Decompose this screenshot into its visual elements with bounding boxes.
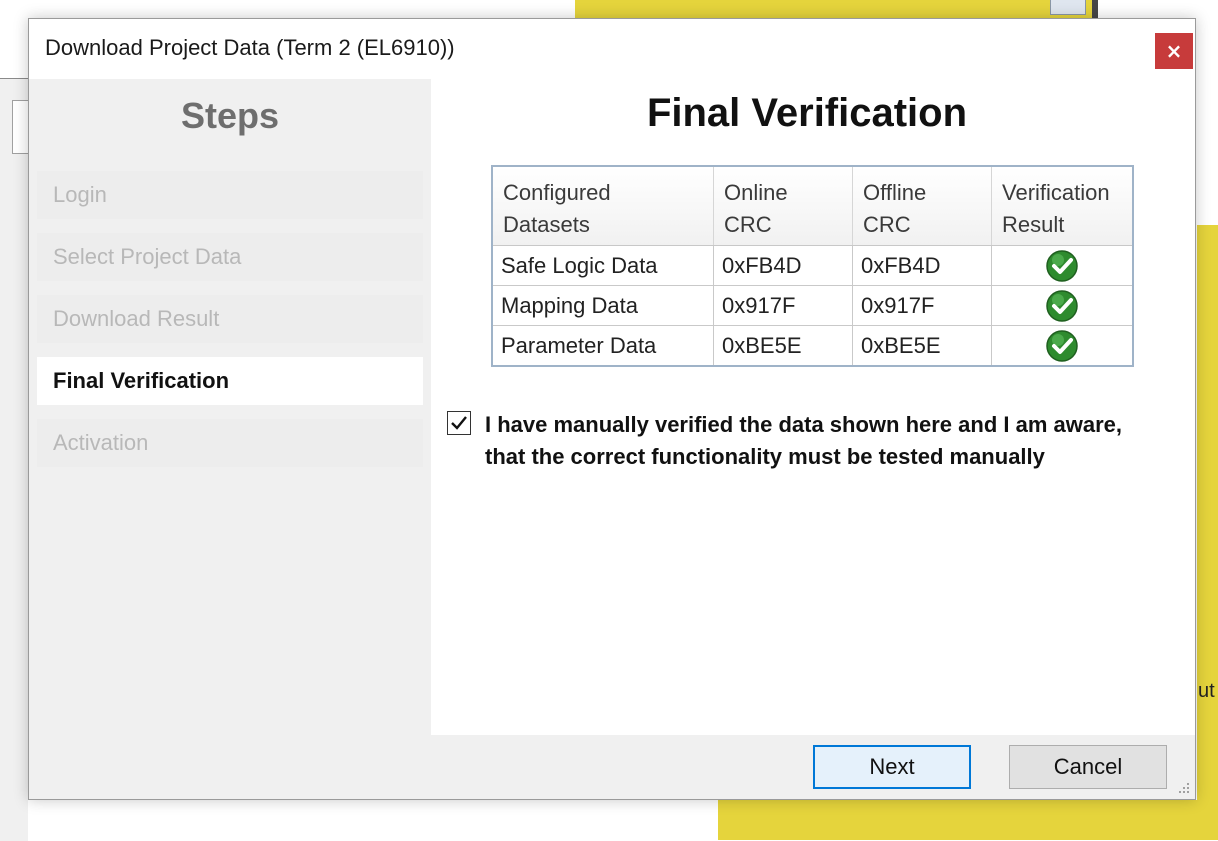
offline-crc: 0xFB4D — [852, 245, 992, 286]
online-crc: 0xBE5E — [713, 325, 853, 367]
background-scrollbar-fragment — [1050, 0, 1086, 15]
background-divider — [1092, 0, 1098, 18]
main-content: Final Verification Configured Datasets O… — [431, 79, 1195, 735]
manual-verification-checkbox[interactable] — [447, 411, 471, 435]
verification-result — [991, 245, 1134, 286]
background-window-fragment — [575, 0, 1095, 18]
column-header-configured-datasets[interactable]: Configured Datasets — [492, 166, 714, 246]
table-header-row: Configured Datasets Online CRC Offline C… — [492, 166, 1134, 246]
online-crc: 0xFB4D — [713, 245, 853, 286]
resize-grip-icon[interactable] — [1175, 779, 1191, 795]
close-button[interactable]: × — [1155, 33, 1193, 69]
title-bar[interactable]: Download Project Data (Term 2 (EL6910)) … — [29, 19, 1195, 79]
dataset-name: Parameter Data — [491, 325, 714, 367]
page-title: Final Verification — [646, 91, 968, 135]
next-button[interactable]: Next — [813, 745, 971, 789]
dialog-footer: Next Cancel — [29, 735, 1195, 799]
step-final-verification: Final Verification — [37, 357, 423, 405]
column-header-online-crc[interactable]: Online CRC — [713, 166, 853, 246]
download-project-data-dialog: Download Project Data (Term 2 (EL6910)) … — [28, 18, 1196, 800]
check-circle-icon — [1046, 249, 1078, 282]
check-circle-icon — [1046, 329, 1078, 362]
column-header-verification-result[interactable]: Verification Result — [991, 166, 1134, 246]
verification-result — [991, 325, 1134, 367]
cancel-button[interactable]: Cancel — [1009, 745, 1167, 789]
verification-table: Configured Datasets Online CRC Offline C… — [491, 165, 1134, 367]
background-panel-left — [0, 78, 28, 841]
offline-crc: 0x917F — [852, 285, 992, 326]
dataset-name: Mapping Data — [491, 285, 714, 326]
checkmark-icon — [451, 416, 467, 430]
steps-heading: Steps — [180, 95, 280, 136]
table-row[interactable]: Safe Logic Data 0xFB4D 0xFB4D — [491, 245, 1134, 286]
background-text-fragment: ut — [1198, 680, 1215, 702]
dataset-name: Safe Logic Data — [491, 245, 714, 286]
background-control-fragment — [12, 100, 29, 154]
table-row[interactable]: Parameter Data 0xBE5E 0xBE5E — [491, 325, 1134, 367]
check-circle-icon — [1046, 289, 1078, 322]
confirmation-label[interactable]: I have manually verified the data shown … — [485, 409, 1185, 473]
step-activation: Activation — [37, 419, 423, 467]
step-download-result: Download Result — [37, 295, 423, 343]
step-login: Login — [37, 171, 423, 219]
column-header-offline-crc[interactable]: Offline CRC — [852, 166, 992, 246]
background-window-fragment-bottom — [718, 800, 1218, 840]
online-crc: 0x917F — [713, 285, 853, 326]
steps-panel: Steps Login Select Project Data Download… — [29, 79, 431, 735]
verification-result — [991, 285, 1134, 326]
offline-crc: 0xBE5E — [852, 325, 992, 367]
background-window-fragment-right — [1197, 225, 1218, 800]
dialog-title: Download Project Data (Term 2 (EL6910)) — [45, 35, 455, 60]
step-select-project-data: Select Project Data — [37, 233, 423, 281]
table-row[interactable]: Mapping Data 0x917F 0x917F — [491, 285, 1134, 326]
